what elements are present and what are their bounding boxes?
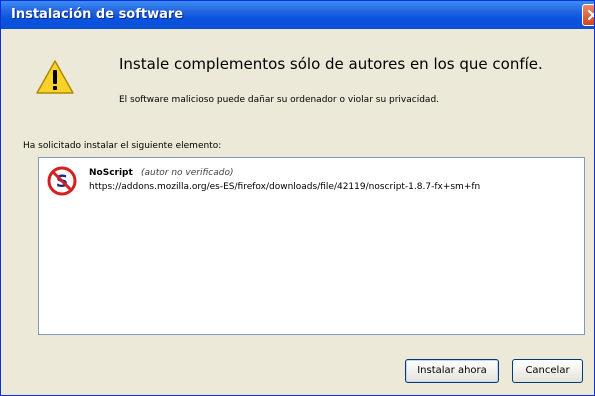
install-now-button[interactable]: Instalar ahora (405, 359, 499, 383)
addon-list[interactable]: S NoScript (autor no verificado) https:/… (38, 157, 585, 335)
close-button[interactable] (582, 4, 594, 26)
addon-name: NoScript (89, 168, 133, 178)
warning-subtext: El software malicioso puede dañar su ord… (119, 95, 440, 105)
warning-icon (36, 60, 74, 94)
addon-url: https://addons.mozilla.org/es-ES/firefox… (89, 182, 481, 192)
install-dialog: Instalación de software Instale compleme… (0, 0, 595, 396)
addon-author: (autor no verificado) (141, 168, 234, 178)
noscript-icon: S (47, 166, 77, 196)
close-icon (587, 9, 594, 21)
window-title: Instalación de software (11, 7, 184, 22)
request-label: Ha solicitado instalar el siguiente elem… (23, 141, 222, 151)
warning-heading: Instale complementos sólo de autores en … (119, 55, 543, 73)
title-bar[interactable]: Instalación de software (1, 1, 594, 29)
cancel-button[interactable]: Cancelar (512, 359, 583, 383)
